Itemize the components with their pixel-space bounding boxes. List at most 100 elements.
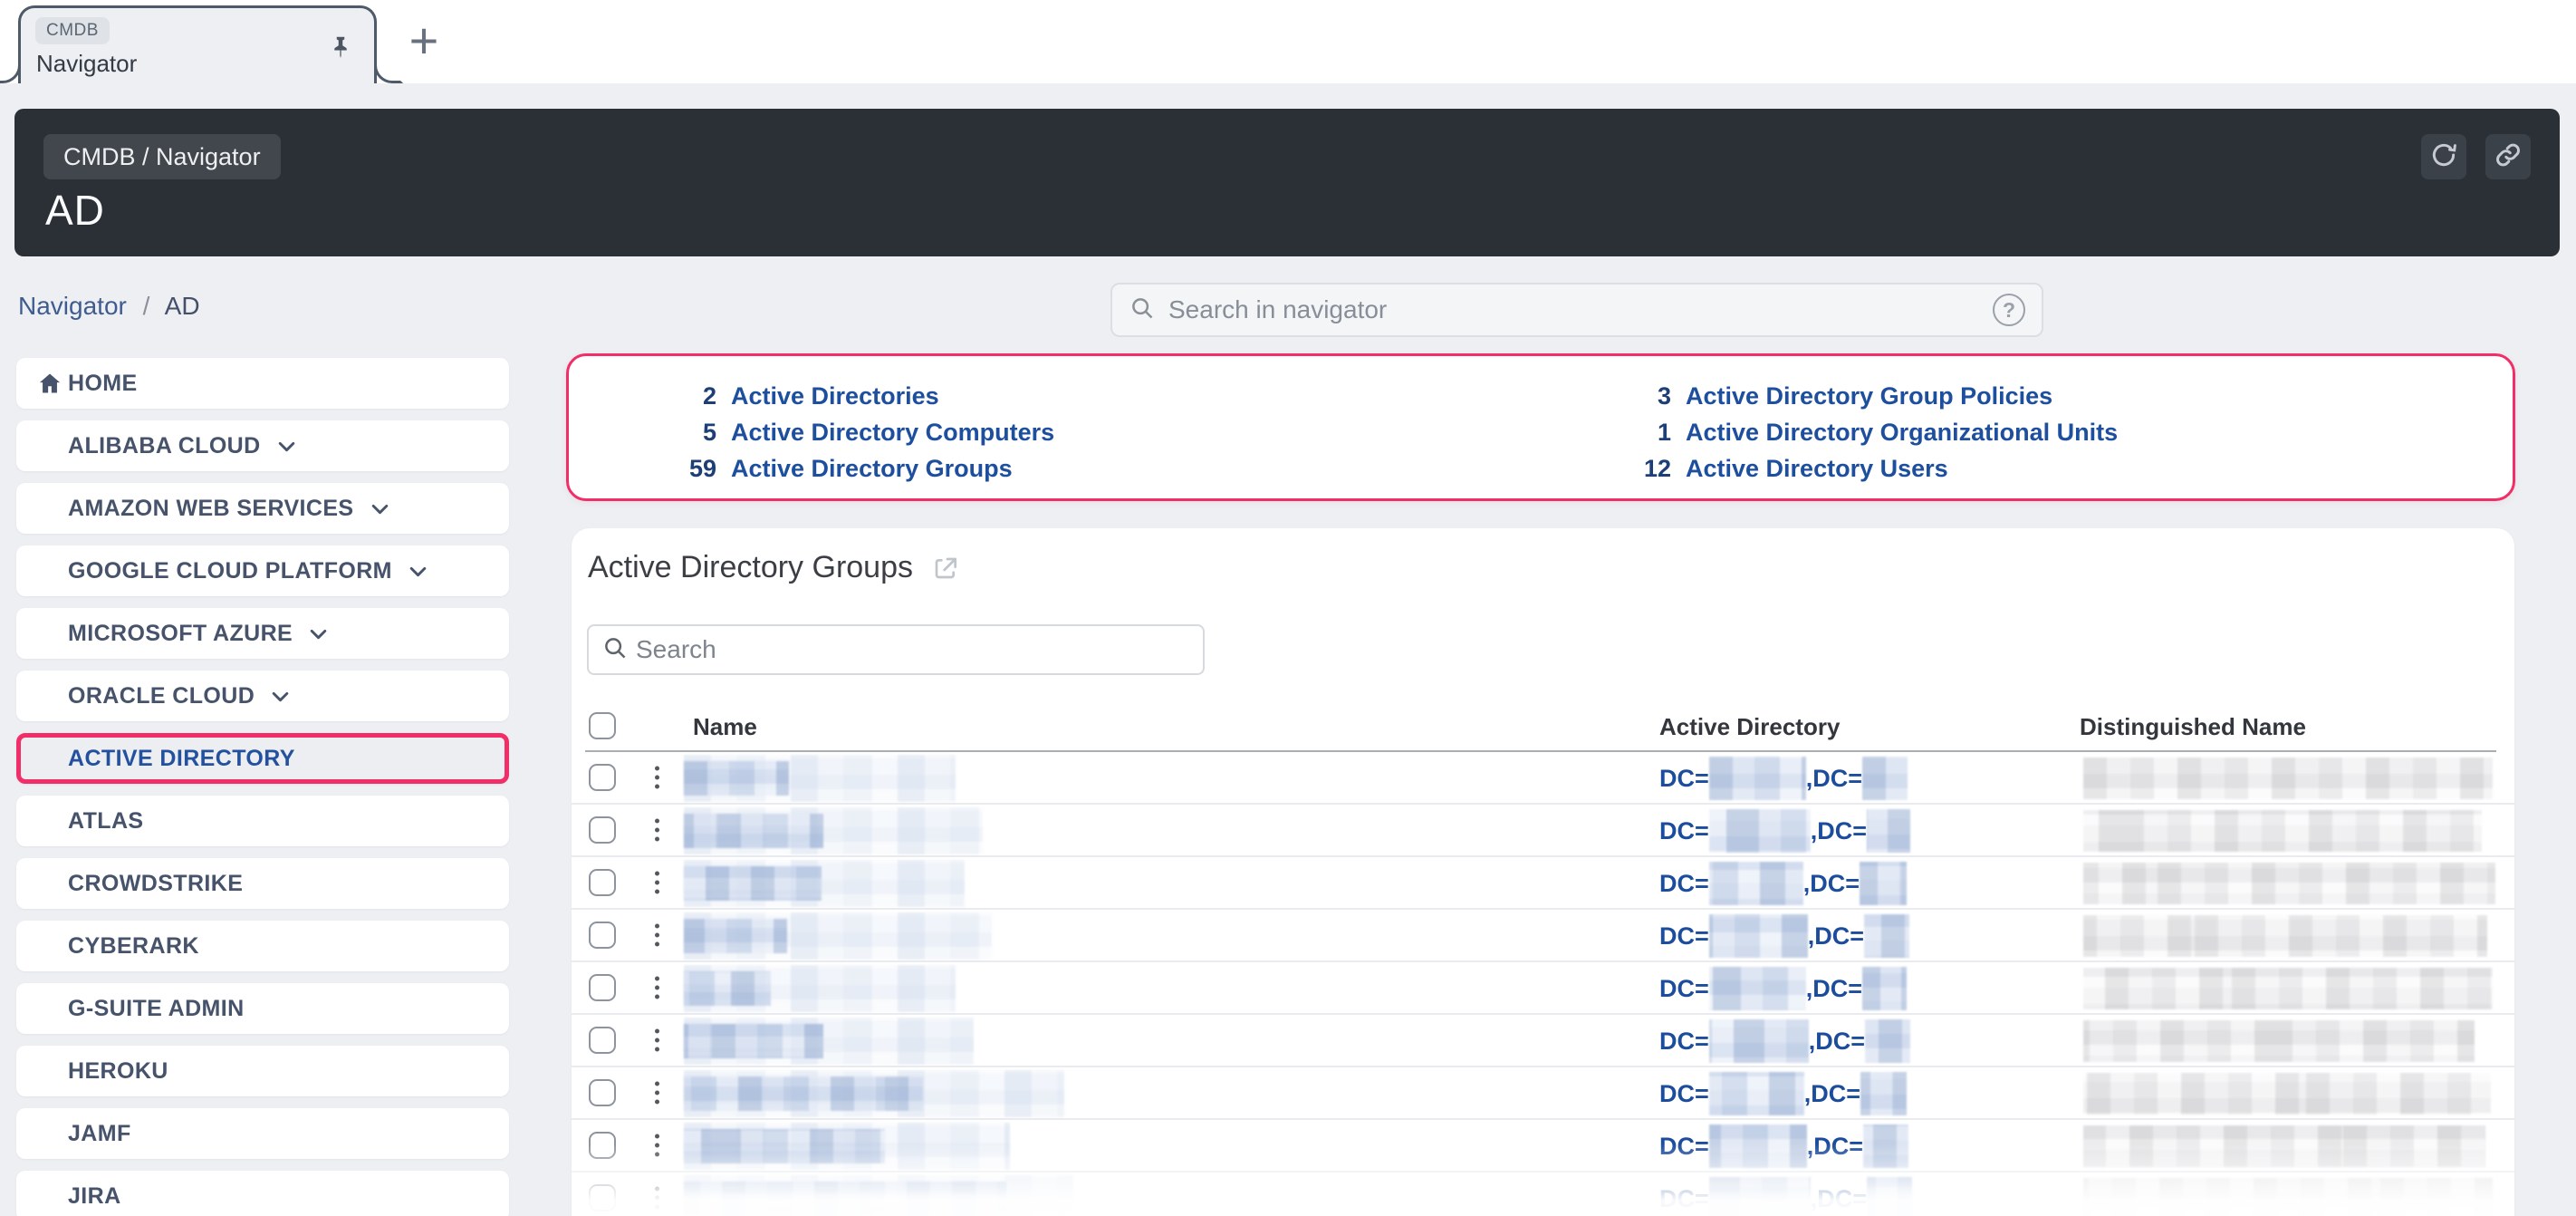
refresh-button[interactable] — [2421, 134, 2466, 179]
row-checkbox[interactable] — [589, 974, 616, 1001]
kebab-menu-icon[interactable] — [649, 1129, 665, 1163]
sidebar-item-google-cloud-platform[interactable]: GOOGLE CLOUD PLATFORM — [16, 545, 509, 596]
kebab-menu-icon[interactable] — [649, 761, 665, 795]
external-link-icon[interactable] — [931, 554, 960, 583]
active-directory-link[interactable]: DC=,DC= — [1659, 962, 1907, 1015]
active-directory-link[interactable]: DC=,DC= — [1659, 1015, 1910, 1067]
redacted-name-blur — [684, 1182, 1006, 1216]
row-checkbox[interactable] — [589, 869, 616, 896]
sidebar-item-jamf[interactable]: JAMF — [16, 1108, 509, 1159]
redacted-distinguished-name — [2083, 863, 2495, 904]
new-tab-button[interactable]: + — [397, 11, 451, 69]
row-checkbox[interactable] — [589, 764, 616, 791]
summary-link-active-directory-computers[interactable]: Active Directory Computers — [731, 419, 1054, 447]
row-checkbox[interactable] — [589, 1184, 616, 1211]
summary-column-left: 2Active Directories5Active Directory Com… — [655, 378, 1054, 487]
sidebar-item-label: ALIBABA CLOUD — [68, 433, 261, 459]
ad-dc-separator: ,DC= — [1807, 1133, 1863, 1161]
table-row: DC=,DC= — [572, 805, 2514, 857]
ad-dc-separator: ,DC= — [1811, 1185, 1867, 1213]
copy-link-button[interactable] — [2485, 134, 2531, 179]
breadcrumb-navigator-link[interactable]: Navigator — [18, 292, 127, 320]
ad-dc-separator: ,DC= — [1803, 870, 1860, 898]
active-directory-link[interactable]: DC=,DC= — [1659, 805, 1910, 857]
groups-search-bar — [587, 624, 1205, 675]
pushpin-icon[interactable] — [327, 34, 354, 65]
kebab-menu-icon[interactable] — [649, 919, 665, 952]
table-row: DC=,DC= — [572, 910, 2514, 962]
summary-link-active-directories[interactable]: Active Directories — [731, 382, 939, 410]
redacted-domain-blur — [1709, 862, 1803, 905]
summary-count: 12 — [1610, 455, 1671, 483]
chevron-down-icon — [275, 435, 298, 458]
summary-link-active-directory-organizational-units[interactable]: Active Directory Organizational Units — [1686, 419, 2118, 447]
sidebar-item-crowdstrike[interactable]: CROWDSTRIKE — [16, 858, 509, 909]
sidebar-item-jira[interactable]: JIRA — [16, 1171, 509, 1216]
row-checkbox[interactable] — [589, 1079, 616, 1106]
table-header: Name Active Directory Distinguished Name — [572, 706, 2514, 750]
tab-cmdb-navigator[interactable]: CMDB Navigator — [18, 5, 377, 83]
ad-dc-separator: ,DC= — [1806, 765, 1862, 793]
row-checkbox[interactable] — [589, 1132, 616, 1159]
active-directory-link[interactable]: DC= ,DC= — [1659, 857, 1907, 910]
row-checkbox[interactable] — [589, 922, 616, 949]
sidebar-item-label: ORACLE CLOUD — [68, 683, 255, 709]
kebab-menu-icon[interactable] — [649, 1182, 665, 1215]
active-directory-link[interactable]: DC=,DC= — [1659, 752, 1908, 805]
kebab-menu-icon[interactable] — [649, 1024, 665, 1057]
kebab-menu-icon[interactable] — [649, 1076, 665, 1110]
summary-link-active-directory-groups[interactable]: Active Directory Groups — [731, 455, 1013, 483]
chevron-down-icon — [307, 622, 330, 645]
active-directory-link[interactable]: DC=,DC= — [1659, 910, 1909, 962]
breadcrumb-chip: CMDB / Navigator — [43, 134, 281, 179]
navigator-search-input[interactable] — [1168, 295, 1993, 324]
column-header-name: Name — [693, 713, 757, 741]
summary-link-active-directory-users[interactable]: Active Directory Users — [1686, 455, 1948, 483]
sidebar-item-label: AMAZON WEB SERVICES — [68, 496, 354, 522]
sidebar-item-oracle-cloud[interactable]: ORACLE CLOUD — [16, 671, 509, 721]
page-header: CMDB / Navigator AD — [14, 109, 2560, 256]
section-title: Active Directory Groups — [588, 550, 913, 585]
row-checkbox[interactable] — [589, 1027, 616, 1054]
summary-row: 3Active Directory Group Policies — [1610, 378, 2118, 414]
column-header-distinguished-name: Distinguished Name — [2080, 713, 2306, 741]
kebab-menu-icon[interactable] — [649, 971, 665, 1005]
redacted-distinguished-name — [2083, 810, 2482, 852]
sidebar-item-active-directory[interactable]: ACTIVE DIRECTORY — [16, 733, 509, 784]
sidebar-item-cyberark[interactable]: CYBERARK — [16, 921, 509, 971]
sidebar-item-home[interactable]: HOME — [16, 358, 509, 409]
kebab-menu-icon[interactable] — [649, 814, 665, 847]
summary-count: 5 — [655, 419, 716, 447]
table-row: DC=,DC= — [572, 752, 2514, 805]
ad-dc-separator: ,DC= — [1804, 1080, 1860, 1108]
sidebar-item-amazon-web-services[interactable]: AMAZON WEB SERVICES — [16, 483, 509, 534]
redacted-tld-blur — [1867, 809, 1910, 853]
row-checkbox[interactable] — [589, 816, 616, 844]
sidebar: HOME ALIBABA CLOUD AMAZON WEB SERVICES GOOG… — [16, 358, 509, 1216]
active-directory-groups-panel: Active Directory Groups Name Active Dire… — [572, 528, 2514, 1216]
redacted-tld-blur — [1862, 757, 1908, 800]
sidebar-item-microsoft-azure[interactable]: MICROSOFT AZURE — [16, 608, 509, 659]
groups-search-input[interactable] — [636, 635, 1190, 664]
active-directory-link[interactable]: DC=,DC= — [1659, 1067, 1907, 1120]
active-directory-link[interactable]: DC=,DC= — [1659, 1173, 1912, 1216]
redacted-name-blur — [684, 1076, 923, 1111]
summary-link-active-directory-group-policies[interactable]: Active Directory Group Policies — [1686, 382, 2052, 410]
table-row: DC=,DC= — [572, 962, 2514, 1015]
redacted-distinguished-name — [2083, 915, 2487, 957]
sidebar-item-heroku[interactable]: HEROKU — [16, 1046, 509, 1096]
ad-dc-prefix: DC= — [1659, 870, 1709, 898]
sidebar-item-label: CYBERARK — [68, 933, 199, 960]
active-directory-link[interactable]: DC=,DC= — [1659, 1120, 1908, 1173]
select-all-checkbox[interactable] — [589, 712, 616, 739]
column-header-active-directory: Active Directory — [1659, 713, 1840, 741]
kebab-menu-icon[interactable] — [649, 866, 665, 900]
sidebar-item-alibaba-cloud[interactable]: ALIBABA CLOUD — [16, 420, 509, 471]
redacted-name-blur — [684, 971, 771, 1006]
help-icon[interactable]: ? — [1993, 294, 2025, 326]
summary-row: 12 Active Directory Users — [1610, 450, 2118, 487]
redacted-name-blur — [684, 919, 787, 953]
plus-icon: + — [409, 11, 439, 70]
sidebar-item-g-suite-admin[interactable]: G-SUITE ADMIN — [16, 983, 509, 1034]
sidebar-item-atlas[interactable]: ATLAS — [16, 796, 509, 846]
